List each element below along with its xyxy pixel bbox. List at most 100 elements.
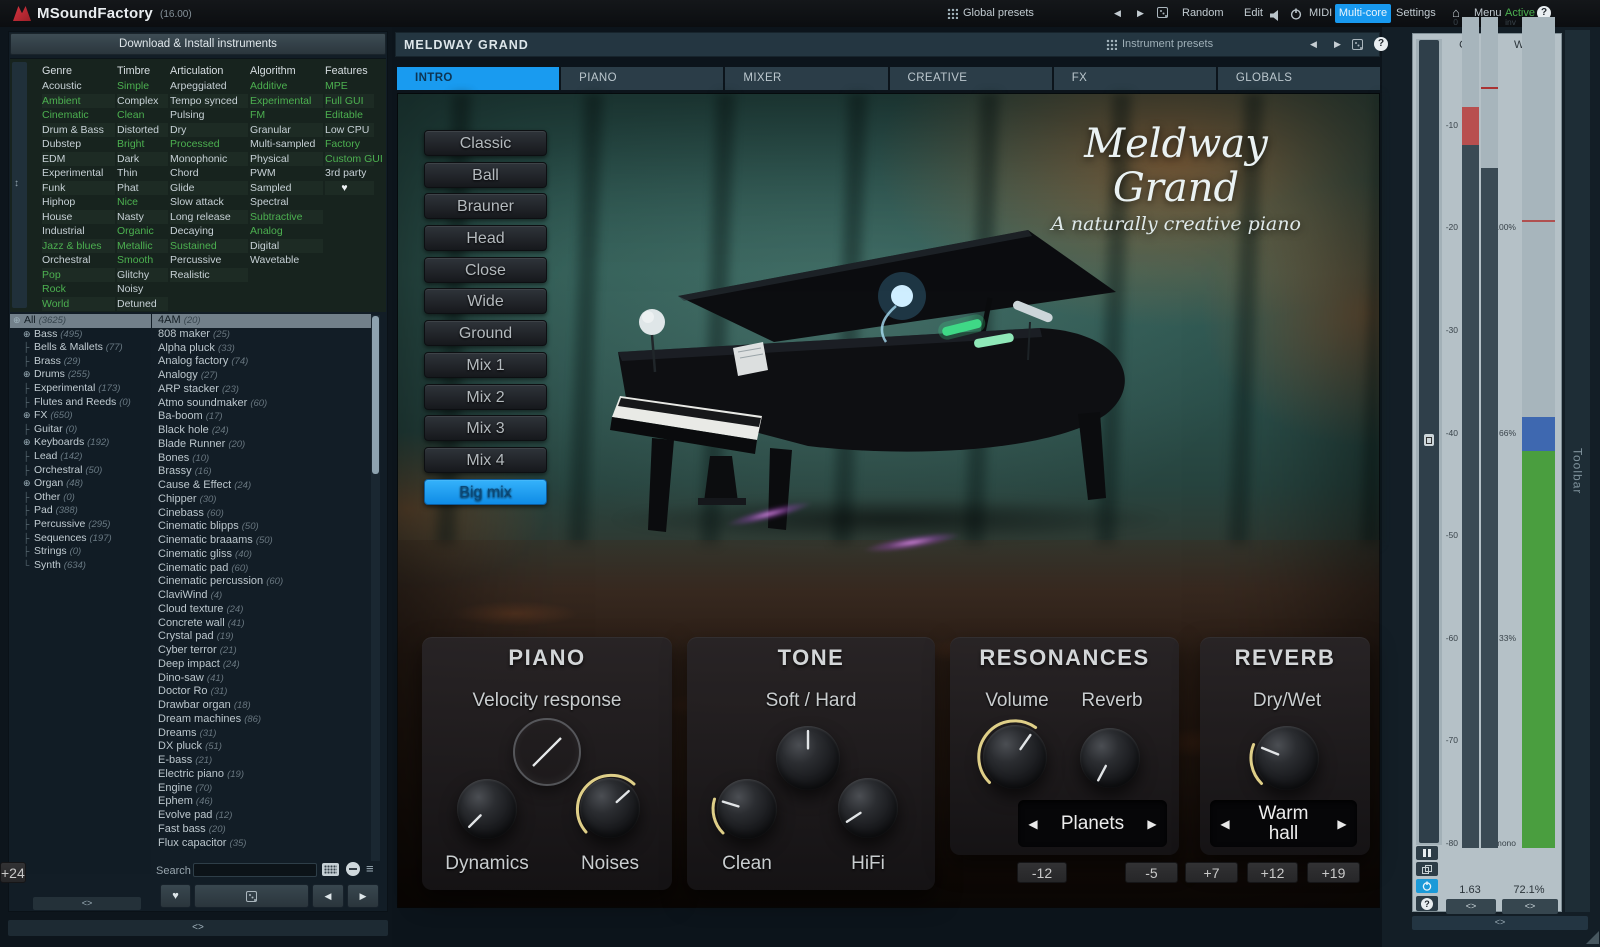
tree-item[interactable]: FX (650) (10, 409, 151, 423)
prev-preset-button[interactable]: ◀ (1114, 8, 1121, 19)
instrument-list-item[interactable]: DX pluck (51) (152, 740, 371, 754)
filter-item[interactable]: House (42, 209, 115, 224)
filter-item[interactable]: Phat (117, 180, 168, 195)
transpose-button-+19[interactable]: +19 (1307, 862, 1360, 883)
instrument-list-item[interactable]: Dreams (31) (152, 727, 371, 741)
filter-item[interactable]: Long release (170, 209, 248, 224)
tree-item[interactable]: Experimental (173) (10, 382, 151, 396)
filter-item[interactable]: Simple (117, 79, 168, 94)
instrument-list-item[interactable]: ARP stacker (23) (152, 383, 371, 397)
tree-expand-icon[interactable] (23, 368, 34, 382)
global-presets-button[interactable]: Global presets (963, 7, 1034, 19)
instrument-list-item[interactable]: E-bass (21) (152, 754, 371, 768)
instrument-list-item[interactable]: Ephem (46) (152, 795, 371, 809)
filter-item[interactable]: FM (250, 108, 323, 123)
transpose-button-+24[interactable]: +24 (0, 862, 26, 883)
filter-item[interactable]: Noisy (117, 282, 168, 297)
instrument-list-item[interactable]: Fast bass (20) (152, 823, 371, 837)
tree-expand-icon[interactable] (23, 518, 34, 532)
filter-item[interactable]: Pop (42, 267, 115, 282)
tree-item[interactable]: Brass (29) (10, 355, 151, 369)
selector-prev-icon[interactable]: ◀ (1018, 817, 1048, 831)
filter-item[interactable]: Bright (117, 137, 168, 152)
instrument-list-item[interactable]: Chipper (30) (152, 493, 371, 507)
filter-item[interactable]: Multi-sampled (250, 137, 323, 152)
filter-item[interactable]: Sustained (170, 238, 248, 253)
filter-item[interactable]: Detuned (117, 296, 168, 311)
instrument-list-item[interactable]: 4AM (20) (152, 314, 371, 328)
filter-item[interactable]: Ambient (42, 93, 115, 108)
filter-item[interactable]: Thin (117, 166, 168, 181)
tree-item[interactable]: Percussive (295) (10, 518, 151, 532)
filter-item[interactable]: Complex (117, 93, 168, 108)
transpose-button--12[interactable]: -12 (1017, 862, 1067, 883)
instrument-list-item[interactable]: Crystal pad (19) (152, 630, 371, 644)
tree-expand-icon[interactable] (23, 396, 34, 410)
tab-PIANO[interactable]: PIANO (561, 67, 724, 90)
tab-GLOBALS[interactable]: GLOBALS (1217, 67, 1381, 90)
tree-expand-icon[interactable] (23, 464, 34, 478)
instrument-list-item[interactable]: Blade Runner (20) (152, 438, 371, 452)
filter-item[interactable]: Low CPU (325, 122, 374, 137)
next-preset-button[interactable]: ▶ (1137, 8, 1144, 19)
instrument-list-item[interactable]: Cinematic gliss (40) (152, 548, 371, 562)
tree-item[interactable]: Drums (255) (10, 368, 151, 382)
random-preset-icon[interactable] (1157, 7, 1168, 18)
transpose-button--5[interactable]: -5 (1125, 862, 1178, 883)
instrument-list-item[interactable]: Doctor Ro (31) (152, 685, 371, 699)
instrument-prev-preset[interactable]: ◀ (1310, 39, 1317, 50)
filter-item[interactable]: Industrial (42, 224, 115, 239)
filter-item[interactable]: Full GUI (325, 93, 374, 108)
filter-item[interactable]: Analog (250, 224, 323, 239)
instrument-list-item[interactable]: Ba-boom (17) (152, 410, 371, 424)
meter-resize-handle[interactable]: <> (1446, 899, 1496, 914)
tree-item[interactable]: Flutes and Reeds (0) (10, 396, 151, 410)
filter-item[interactable]: Clean (117, 108, 168, 123)
instrument-list-item[interactable]: Flux capacitor (35) (152, 837, 371, 851)
filter-item[interactable]: Drum & Bass (42, 122, 115, 137)
filter-item[interactable]: Editable (325, 108, 374, 123)
instrument-list-item[interactable]: Cyber terror (21) (152, 644, 371, 658)
instrument-list-item[interactable]: Alpha pluck (33) (152, 342, 371, 356)
filter-item[interactable]: Funk (42, 180, 115, 195)
filter-item[interactable]: Nasty (117, 209, 168, 224)
tree-item[interactable]: All (3625) (10, 314, 151, 328)
instrument-list-item[interactable]: Electric piano (19) (152, 768, 371, 782)
toolbar-tab[interactable]: Toolbar (1565, 30, 1590, 912)
filter-item[interactable]: Nice (117, 195, 168, 210)
filter-item[interactable]: Dark (117, 151, 168, 166)
tree-item[interactable]: Pad (388) (10, 504, 151, 518)
filter-item[interactable]: Additive (250, 79, 323, 94)
power-icon[interactable] (1290, 7, 1302, 25)
instrument-random-icon[interactable] (1352, 39, 1363, 50)
instrument-list-item[interactable]: Drawbar organ (18) (152, 699, 371, 713)
meter-help-button[interactable]: ? (1416, 896, 1438, 911)
filter-item[interactable]: Metallic (117, 238, 168, 253)
hifi-knob[interactable] (831, 771, 905, 845)
filter-scrollbar[interactable]: ↕ (12, 62, 27, 308)
noises-knob[interactable] (573, 771, 647, 845)
speaker-icon[interactable] (1270, 8, 1282, 26)
filter-item[interactable]: Distorted (117, 122, 168, 137)
transpose-button-+7[interactable]: +7 (1185, 862, 1238, 883)
filter-item[interactable]: Smooth (117, 253, 168, 268)
window-resize-grip[interactable] (1586, 931, 1599, 944)
instrument-help-icon[interactable]: ? (1374, 37, 1388, 51)
tree-expand-icon[interactable] (23, 328, 34, 342)
filter-item[interactable]: MPE (325, 79, 374, 94)
tab-FX[interactable]: FX (1053, 67, 1216, 90)
dry-wet-knob[interactable] (1248, 719, 1326, 797)
mic-preset-button-Classic[interactable]: Classic (424, 130, 547, 156)
meter-float-window-button[interactable] (1416, 862, 1438, 876)
filter-item[interactable]: Slow attack (170, 195, 248, 210)
filter-item[interactable]: Hiphop (42, 195, 115, 210)
filter-item[interactable]: Chord (170, 166, 248, 181)
filter-item[interactable]: PWM (250, 166, 323, 181)
filter-item[interactable]: Tempo synced (170, 93, 248, 108)
instrument-list-item[interactable]: Concrete wall (41) (152, 617, 371, 631)
tree-item[interactable]: Guitar (0) (10, 423, 151, 437)
filter-item[interactable]: World (42, 296, 115, 311)
edit-button[interactable]: Edit (1244, 7, 1263, 19)
instrument-list-item[interactable]: Cinematic blipps (50) (152, 520, 371, 534)
filter-item[interactable]: Percussive (170, 253, 248, 268)
